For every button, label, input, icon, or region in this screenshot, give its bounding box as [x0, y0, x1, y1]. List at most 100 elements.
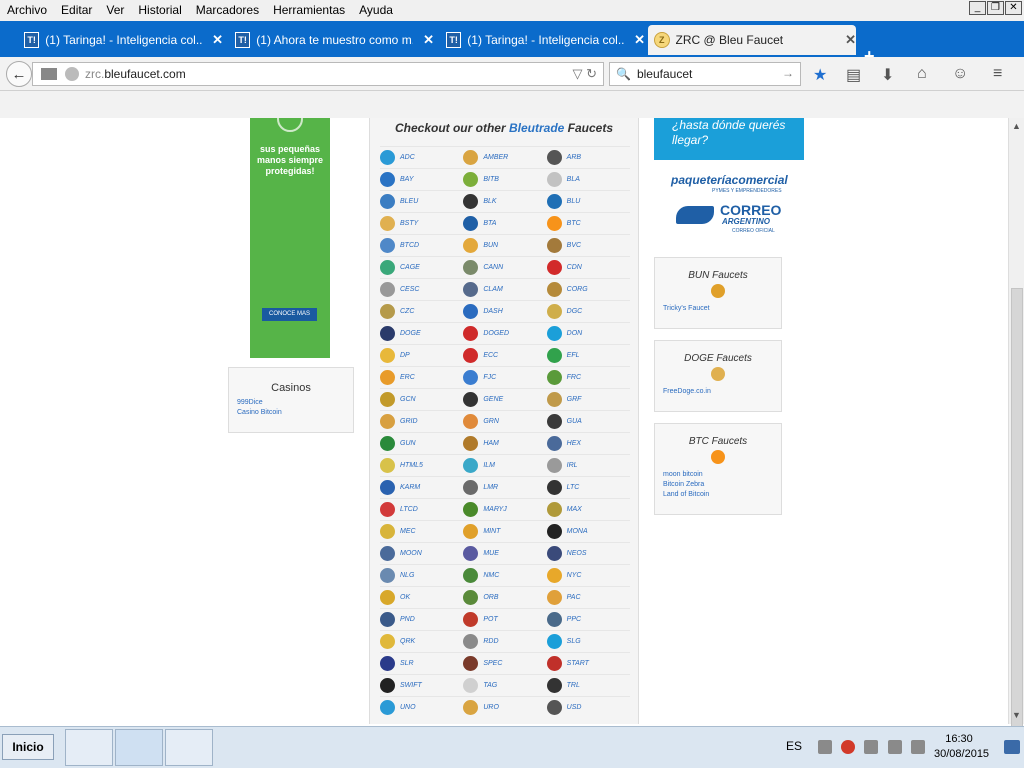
coin-link[interactable]: PND [380, 609, 463, 630]
left-advertisement[interactable]: sus pequeñas manos siempre protegidas! C… [250, 118, 330, 358]
coin-link[interactable]: PAC [546, 587, 630, 608]
coin-link[interactable]: HEX [546, 433, 630, 454]
coin-link[interactable]: DOGED [463, 323, 546, 344]
coin-link[interactable]: CESC [380, 279, 463, 300]
correo-argentino-logo[interactable]: CORREO ARGENTINO CORREO OFICIAL [676, 202, 786, 234]
sidebar-icon[interactable] [41, 68, 57, 80]
coin-link[interactable]: BUN [463, 235, 546, 256]
coin-link[interactable]: MINT [463, 521, 546, 542]
menu-hamburger-icon[interactable]: ≡ [993, 65, 1002, 83]
menu-ver[interactable]: Ver [99, 0, 131, 21]
coin-link[interactable]: URO [463, 697, 546, 718]
coin-link[interactable]: OK [380, 587, 463, 608]
coin-link[interactable]: GUA [546, 411, 630, 432]
coin-link[interactable]: CORG [546, 279, 630, 300]
coin-link[interactable]: MAX [546, 499, 630, 520]
coin-link[interactable]: NEOS [546, 543, 630, 564]
tab-taringa-1[interactable]: T! (1) Taringa! - Inteligencia col... ✕ [18, 25, 223, 55]
title-highlight[interactable]: Bleutrade [509, 121, 564, 135]
security-alert-icon[interactable] [841, 740, 855, 754]
coin-link[interactable]: BLEU [380, 191, 463, 212]
coin-link[interactable]: ECC [463, 345, 546, 366]
coin-link[interactable]: GCN [380, 389, 463, 410]
coin-link[interactable]: HTML5 [380, 455, 463, 476]
menu-marcadores[interactable]: Marcadores [189, 0, 266, 21]
coin-link[interactable]: BSTY [380, 213, 463, 234]
clock[interactable]: 16:30 30/08/2015 [934, 732, 989, 762]
coin-link[interactable]: SLG [546, 631, 630, 652]
close-tab-icon[interactable]: ✕ [423, 32, 434, 48]
coin-link[interactable]: CAGE [380, 257, 463, 278]
coin-link[interactable]: MONA [546, 521, 630, 542]
coin-link[interactable]: USD [546, 697, 630, 718]
close-tab-icon[interactable]: ✕ [845, 32, 856, 48]
menu-historial[interactable]: Historial [131, 0, 188, 21]
coin-link[interactable]: CZC [380, 301, 463, 322]
search-input[interactable]: 🔍 bleufaucet → [609, 62, 801, 86]
back-button[interactable]: ← [6, 61, 32, 87]
coin-link[interactable]: GUN [380, 433, 463, 454]
scroll-up-icon[interactable]: ▲ [1012, 121, 1021, 131]
coin-link[interactable]: START [546, 653, 630, 674]
coin-link[interactable]: EFL [546, 345, 630, 366]
faucet-link[interactable]: Bitcoin Zebra [663, 480, 781, 490]
coin-link[interactable]: BTCD [380, 235, 463, 256]
tab-taringa-2[interactable]: T! (1) Ahora te muestro como m... ✕ [229, 25, 434, 55]
coin-link[interactable]: BLA [546, 169, 630, 190]
coin-link[interactable]: BTA [463, 213, 546, 234]
coin-link[interactable]: FJC [463, 367, 546, 388]
show-desktop-icon[interactable] [1004, 740, 1020, 754]
coin-link[interactable]: NLG [380, 565, 463, 586]
explorer-app-icon[interactable] [65, 729, 113, 766]
menu-archivo[interactable]: Archivo [0, 0, 54, 21]
paqueteria-logo[interactable]: paqueteríacomercial [671, 173, 788, 187]
coin-link[interactable]: UNO [380, 697, 463, 718]
faucet-link[interactable]: moon bitcoin [663, 470, 781, 480]
casino-link[interactable]: Casino Bitcoin [237, 408, 353, 418]
bookmark-star-icon[interactable]: ★ [813, 65, 827, 85]
menu-herramientas[interactable]: Herramientas [266, 0, 352, 21]
close-window-button[interactable]: ✕ [1005, 1, 1022, 15]
vertical-scrollbar[interactable]: ▲ ▼ [1008, 118, 1024, 748]
coin-link[interactable]: TAG [463, 675, 546, 696]
paint-app-icon[interactable] [165, 729, 213, 766]
coin-link[interactable]: FRC [546, 367, 630, 388]
faucet-link[interactable]: Tricky's Faucet [663, 304, 781, 314]
coin-link[interactable]: LMR [463, 477, 546, 498]
coin-link[interactable]: SPEC [463, 653, 546, 674]
casino-link[interactable]: 999Dice [237, 398, 353, 408]
coin-link[interactable]: BLK [463, 191, 546, 212]
coin-link[interactable]: DON [546, 323, 630, 344]
coin-link[interactable]: RDD [463, 631, 546, 652]
tab-taringa-3[interactable]: T! (1) Taringa! - Inteligencia col... ✕ [440, 25, 645, 55]
coin-link[interactable]: BTC [546, 213, 630, 234]
chat-icon[interactable]: ☺ [952, 65, 968, 83]
coin-link[interactable]: BAY [380, 169, 463, 190]
firefox-app-icon[interactable] [115, 729, 163, 766]
close-tab-icon[interactable]: ✕ [634, 32, 645, 48]
coin-link[interactable]: PPC [546, 609, 630, 630]
network-icon[interactable] [888, 740, 902, 754]
coin-link[interactable]: IRL [546, 455, 630, 476]
coin-link[interactable]: CDN [546, 257, 630, 278]
menu-editar[interactable]: Editar [54, 0, 99, 21]
coin-link[interactable]: GENE [463, 389, 546, 410]
coin-link[interactable]: ERC [380, 367, 463, 388]
coin-link[interactable]: DOGE [380, 323, 463, 344]
start-button[interactable]: Inicio [2, 734, 54, 760]
coin-link[interactable]: MUE [463, 543, 546, 564]
coin-link[interactable]: DASH [463, 301, 546, 322]
url-bar[interactable]: zrc.bleufaucet.com ▽ ↻ [32, 62, 604, 86]
coin-link[interactable]: NYC [546, 565, 630, 586]
coin-link[interactable]: CLAM [463, 279, 546, 300]
bookmarks-list-icon[interactable]: ▤ [846, 65, 861, 85]
coin-link[interactable]: GRF [546, 389, 630, 410]
coin-link[interactable]: ADC [380, 147, 463, 168]
coin-link[interactable]: MARYJ [463, 499, 546, 520]
coin-link[interactable]: HAM [463, 433, 546, 454]
home-icon[interactable]: ⌂ [917, 65, 927, 83]
minimize-button[interactable]: _ [969, 1, 986, 15]
close-tab-icon[interactable]: ✕ [212, 32, 223, 48]
menu-ayuda[interactable]: Ayuda [352, 0, 400, 21]
coin-link[interactable]: SLR [380, 653, 463, 674]
